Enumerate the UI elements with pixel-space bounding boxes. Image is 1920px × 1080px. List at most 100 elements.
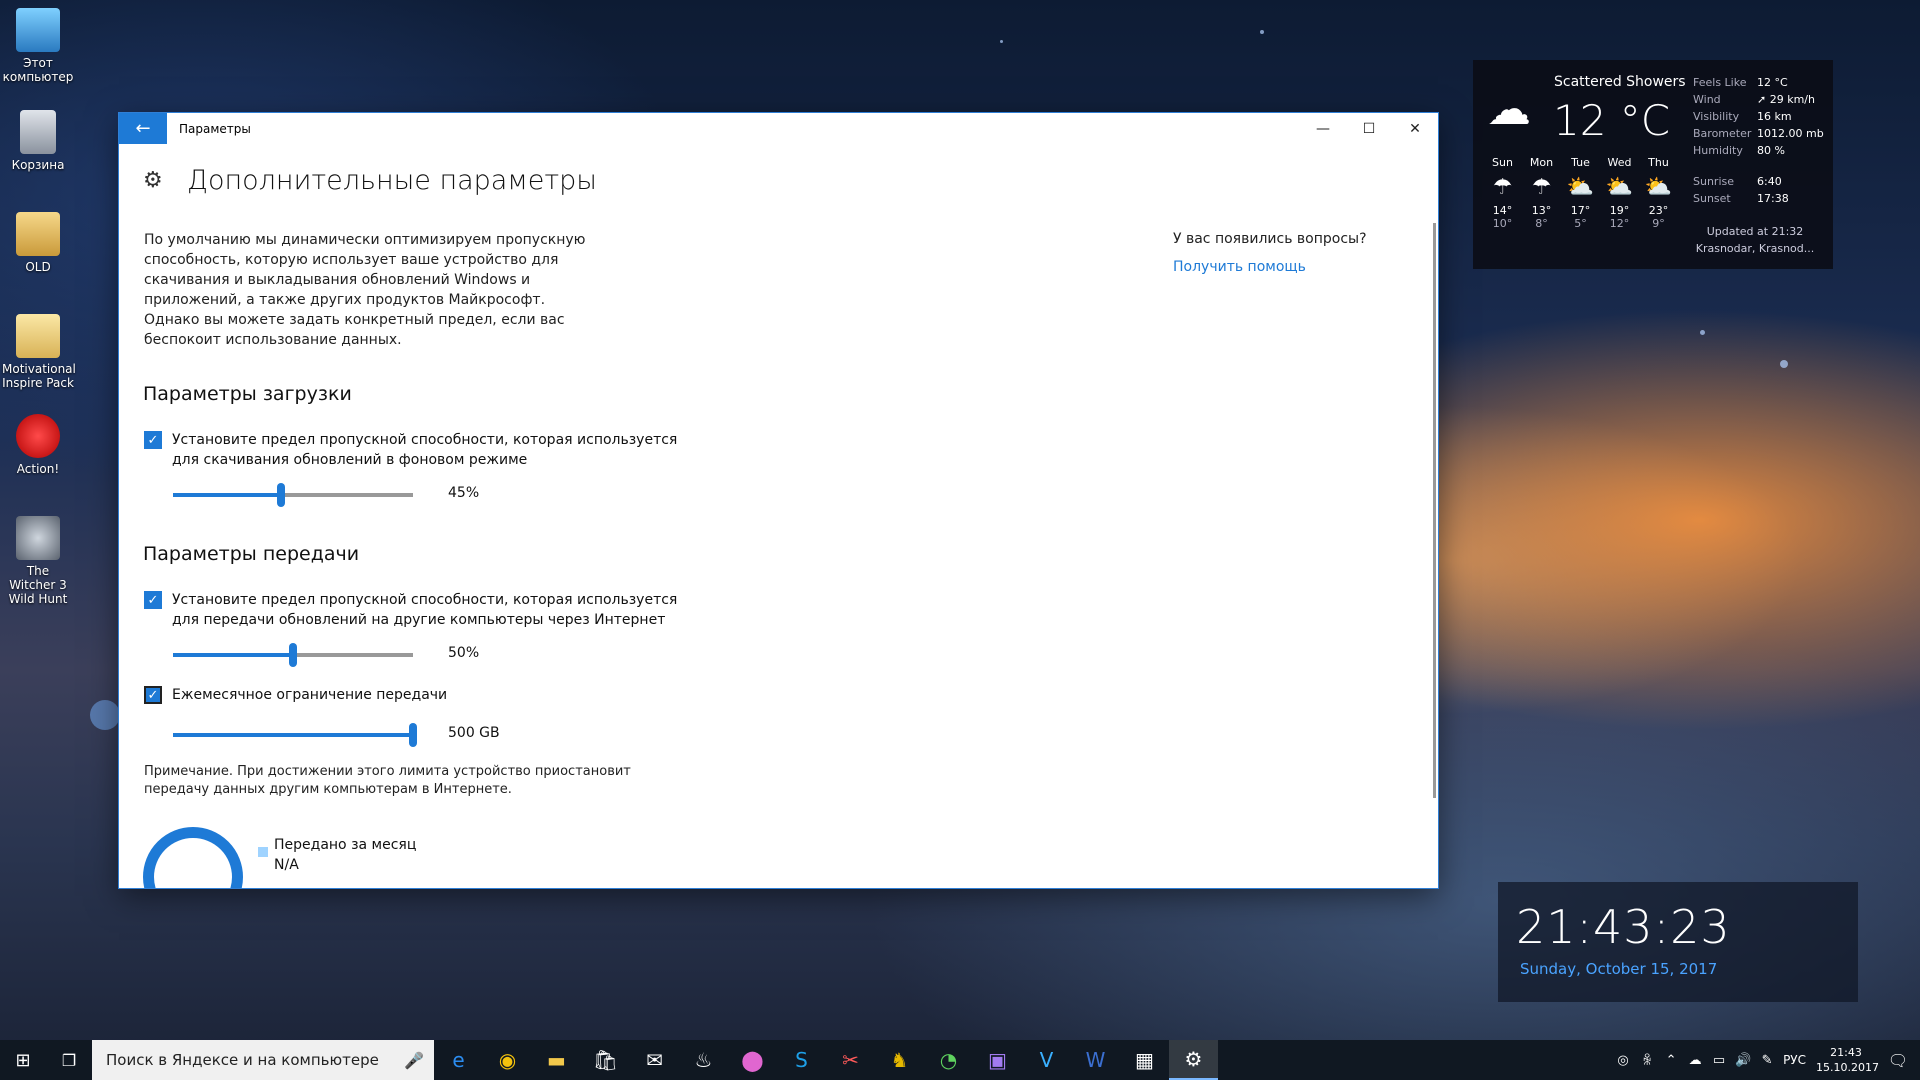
weather-widget: ☁ Scattered Showers 12 °C Feels Like 12 °…: [1473, 60, 1833, 269]
stat-key: Feels Like: [1693, 76, 1747, 89]
stat-key: Sunrise: [1693, 175, 1735, 188]
taskbar-app-ribbon[interactable]: ✂: [826, 1040, 875, 1080]
desktop-icon-motivational[interactable]: Motivational Inspire Pack: [2, 314, 76, 390]
volume-icon[interactable]: 🔊: [1731, 1053, 1755, 1068]
folder-icon: [16, 212, 60, 256]
taskbar-edge[interactable]: e: [434, 1040, 483, 1080]
stat-value: 80 %: [1757, 144, 1785, 157]
upload-slider[interactable]: [173, 643, 413, 667]
recycle-bin-icon: [20, 110, 56, 154]
upload-slider-fill: [173, 653, 293, 657]
get-help-link[interactable]: Получить помощь: [1173, 259, 1306, 275]
taskbar-chrome[interactable]: ◉: [483, 1040, 532, 1080]
rain-cloud-icon: ☁: [1487, 84, 1531, 135]
desktop-icon-witcher[interactable]: The Witcher 3 Wild Hunt: [2, 516, 74, 606]
forecast-low: 8°: [1535, 217, 1548, 230]
chip-icon: ▣: [988, 1048, 1007, 1072]
help-question: У вас появились вопросы?: [1173, 231, 1367, 247]
cloud-icon[interactable]: ☁: [1683, 1053, 1707, 1068]
desktop-icon-recycle-bin[interactable]: Корзина: [2, 110, 74, 172]
desktop-icon-label: Motivational Inspire Pack: [2, 362, 76, 390]
close-button[interactable]: ✕: [1392, 113, 1438, 144]
taskbar-maps[interactable]: ⬤: [728, 1040, 777, 1080]
taskbar-app-horse[interactable]: ♞: [875, 1040, 924, 1080]
taskbar-app-chip[interactable]: ▣: [973, 1040, 1022, 1080]
forecast-day-name: Tue: [1571, 156, 1590, 169]
tray-clock[interactable]: 21:43 15.10.2017: [1816, 1045, 1879, 1075]
maximize-button[interactable]: ☐: [1346, 113, 1392, 144]
weather-stat-row: Humidity 80 %: [1693, 142, 1824, 159]
download-slider[interactable]: [173, 483, 413, 507]
people-icon[interactable]: ꆜ: [1635, 1052, 1659, 1069]
taskbar-app-speedometer[interactable]: ◔: [924, 1040, 973, 1080]
forecast-high: 13°: [1531, 204, 1552, 217]
weather-stat-row: Wind ➚ 29 km/h: [1693, 91, 1824, 108]
monthly-limit-checkbox[interactable]: ✓: [144, 686, 162, 704]
taskbar-steam[interactable]: ♨: [679, 1040, 728, 1080]
stat-key: Visibility: [1693, 110, 1740, 123]
gear-icon: ⚙: [1184, 1047, 1203, 1071]
taskbar-app-v[interactable]: V: [1022, 1040, 1071, 1080]
chevron-up-icon[interactable]: ⌃: [1659, 1053, 1683, 1068]
minimize-button[interactable]: —: [1300, 113, 1346, 144]
upload-limit-checkbox[interactable]: ✓: [144, 591, 162, 609]
forecast-low: 12°: [1609, 217, 1630, 230]
taskbar-explorer[interactable]: ▬: [532, 1040, 581, 1080]
taskbar-word[interactable]: W: [1071, 1040, 1120, 1080]
chrome-icon: ◉: [498, 1048, 517, 1072]
checkmark-icon: ✓: [147, 592, 159, 608]
cortana-icon[interactable]: ◎: [1611, 1053, 1635, 1068]
forecast-day-name: Mon: [1529, 156, 1554, 169]
stat-value: 17:38: [1757, 192, 1789, 205]
network-icon[interactable]: ▭: [1707, 1053, 1731, 1068]
forecast-day: Thu ⛅ 23° 9°: [1639, 156, 1678, 230]
taskbar-mail[interactable]: ✉: [630, 1040, 679, 1080]
monthly-slider-fill: [173, 733, 413, 737]
upload-slider-thumb[interactable]: [289, 643, 297, 667]
computer-icon: [16, 8, 60, 52]
taskbar-app-screen[interactable]: ▦: [1120, 1040, 1169, 1080]
page-title: Дополнительные параметры: [187, 165, 597, 196]
pen-icon[interactable]: ✎: [1755, 1053, 1779, 1068]
back-button[interactable]: ←: [119, 113, 167, 144]
download-limit-row[interactable]: ✓ Установите предел пропускной способнос…: [144, 430, 692, 470]
clock-date: Sunday, October 15, 2017: [1520, 960, 1718, 978]
download-limit-label: Установите предел пропускной способности…: [172, 432, 678, 468]
desktop-icon-label: Этот компьютер: [2, 56, 74, 84]
desktop-icon-action[interactable]: Action!: [2, 414, 74, 476]
forecast-low: 5°: [1574, 217, 1587, 230]
rain-icon: ☂: [1492, 175, 1513, 200]
weather-temperature: 12 °C: [1553, 96, 1671, 145]
forecast-low: 9°: [1652, 217, 1665, 230]
ribbon-icon: ✂: [842, 1048, 859, 1072]
forecast-high: 14°: [1492, 204, 1513, 217]
weather-forecast: Sun ☂ 14° 10° Mon ☂ 13° 8° Tue ⛅ 17° 5° Wed ⛅ 19° 12…: [1483, 156, 1678, 230]
monthly-limit-row[interactable]: ✓ Ежемесячное ограничение передачи: [144, 685, 692, 705]
upload-limit-row[interactable]: ✓ Установите предел пропускной способнос…: [144, 590, 692, 630]
monthly-slider[interactable]: [173, 723, 417, 747]
scrollbar[interactable]: [1433, 223, 1436, 798]
taskbar-store[interactable]: 🛍: [581, 1040, 630, 1080]
notifications-icon[interactable]: 🗨: [1876, 1051, 1920, 1070]
desktop-icon-this-pc[interactable]: Этот компьютер: [2, 8, 74, 84]
download-section-heading: Параметры загрузки: [143, 383, 352, 405]
download-slider-thumb[interactable]: [277, 483, 285, 507]
title-bar: ← Параметры — ☐ ✕: [119, 113, 1438, 144]
weather-location: Krasnodar, Krasnod...: [1695, 242, 1815, 255]
forecast-day: Tue ⛅ 17° 5°: [1561, 156, 1600, 230]
start-button[interactable]: ⊞: [0, 1040, 46, 1080]
minimize-icon: —: [1316, 120, 1330, 137]
input-language[interactable]: РУС: [1783, 1053, 1806, 1067]
stat-key: Barometer: [1693, 127, 1752, 140]
search-box[interactable]: Поиск в Яндексе и на компьютере 🎤: [92, 1040, 434, 1080]
task-view-button[interactable]: ❐: [46, 1040, 92, 1080]
weather-stats: Feels Like 12 °C Wind ➚ 29 km/h Visibility…: [1693, 74, 1824, 207]
taskbar-settings[interactable]: ⚙: [1169, 1040, 1218, 1080]
desktop-icon-old[interactable]: OLD: [2, 212, 74, 274]
word-icon: W: [1085, 1048, 1106, 1072]
monthly-slider-thumb[interactable]: [409, 723, 417, 747]
stat-value: 6:40: [1757, 175, 1782, 188]
taskbar-skype[interactable]: S: [777, 1040, 826, 1080]
microphone-icon[interactable]: 🎤: [394, 1051, 434, 1070]
download-limit-checkbox[interactable]: ✓: [144, 431, 162, 449]
